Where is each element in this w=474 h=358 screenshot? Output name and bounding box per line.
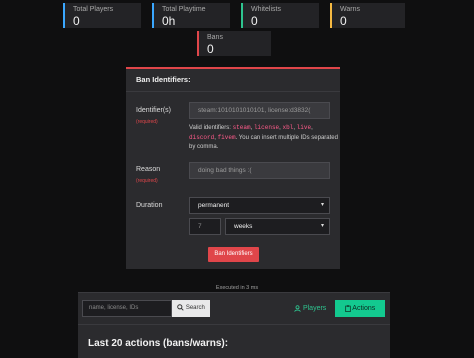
help-code: live bbox=[296, 124, 312, 131]
stat-bans: Bans 0 bbox=[197, 31, 271, 56]
help-code: fivem bbox=[217, 134, 236, 141]
identifiers-input[interactable]: steam:1010101010101, license:d3832( bbox=[189, 102, 330, 119]
user-icon bbox=[294, 304, 303, 312]
stat-total-playtime: Total Playtime 0h bbox=[152, 3, 230, 28]
duration-unit-value: weeks bbox=[234, 223, 253, 230]
actions-button-label: Actions bbox=[352, 305, 376, 312]
actions-button[interactable]: Actions bbox=[335, 300, 385, 317]
search-button-label: Search bbox=[185, 305, 205, 311]
chevron-down-icon: ▾ bbox=[320, 202, 324, 208]
duration-select[interactable]: permanent ▾ bbox=[189, 197, 330, 214]
stat-value: 0 bbox=[251, 14, 258, 28]
stat-label: Bans bbox=[207, 34, 223, 41]
ban-identifiers-button[interactable]: Ban Identifiers bbox=[208, 247, 259, 262]
search-button[interactable]: Search bbox=[172, 300, 210, 317]
reason-label: Reason bbox=[136, 166, 161, 173]
last-actions-title: Last 20 actions (bans/warns): bbox=[88, 338, 229, 349]
duration-amount-input[interactable]: 7 bbox=[189, 218, 221, 235]
players-link-label: Players bbox=[302, 305, 327, 312]
stat-label: Whitelists bbox=[251, 6, 281, 13]
stat-label: Warns bbox=[340, 6, 360, 13]
help-prefix: Valid identifiers: bbox=[189, 125, 233, 131]
stat-label: Total Playtime bbox=[162, 6, 206, 13]
ban-identifiers-panel: Ban Identifiers: Identifier(s) (required… bbox=[126, 67, 340, 269]
stat-label: Total Players bbox=[73, 6, 114, 13]
stat-total-players: Total Players 0 bbox=[63, 3, 141, 28]
identifiers-label: Identifier(s) bbox=[136, 107, 172, 114]
stat-value: 0 bbox=[340, 14, 347, 28]
stat-warns: Warns 0 bbox=[330, 3, 405, 28]
help-code: xbl bbox=[282, 124, 294, 131]
help-code: steam bbox=[232, 124, 251, 131]
duration-value: permanent bbox=[198, 202, 230, 209]
execution-time: Executed in 3 ms bbox=[215, 285, 259, 291]
help-code: license bbox=[253, 124, 280, 131]
reason-input[interactable]: doing bad things :( bbox=[189, 162, 330, 179]
help-code: discord bbox=[189, 134, 215, 141]
reason-required: (required) bbox=[136, 178, 158, 184]
stat-value: 0 bbox=[207, 42, 214, 56]
identifiers-required: (required) bbox=[136, 119, 158, 125]
identifiers-help: Valid identifiers: steam, license, xbl, … bbox=[189, 124, 338, 150]
duration-label: Duration bbox=[136, 202, 163, 209]
chevron-down-icon: ▾ bbox=[320, 223, 324, 229]
duration-unit-select[interactable]: weeks ▾ bbox=[225, 218, 330, 235]
stat-value: 0 bbox=[73, 14, 80, 28]
stat-whitelists: Whitelists 0 bbox=[241, 3, 319, 28]
bottom-section: name, license, IDs Search Players Action… bbox=[78, 292, 390, 358]
search-icon bbox=[177, 304, 186, 311]
panel-title: Ban Identifiers: bbox=[126, 69, 340, 92]
players-link[interactable]: Players bbox=[294, 300, 326, 317]
divider bbox=[78, 324, 390, 325]
stat-value: 0h bbox=[162, 14, 176, 28]
search-input[interactable]: name, license, IDs bbox=[82, 300, 172, 317]
